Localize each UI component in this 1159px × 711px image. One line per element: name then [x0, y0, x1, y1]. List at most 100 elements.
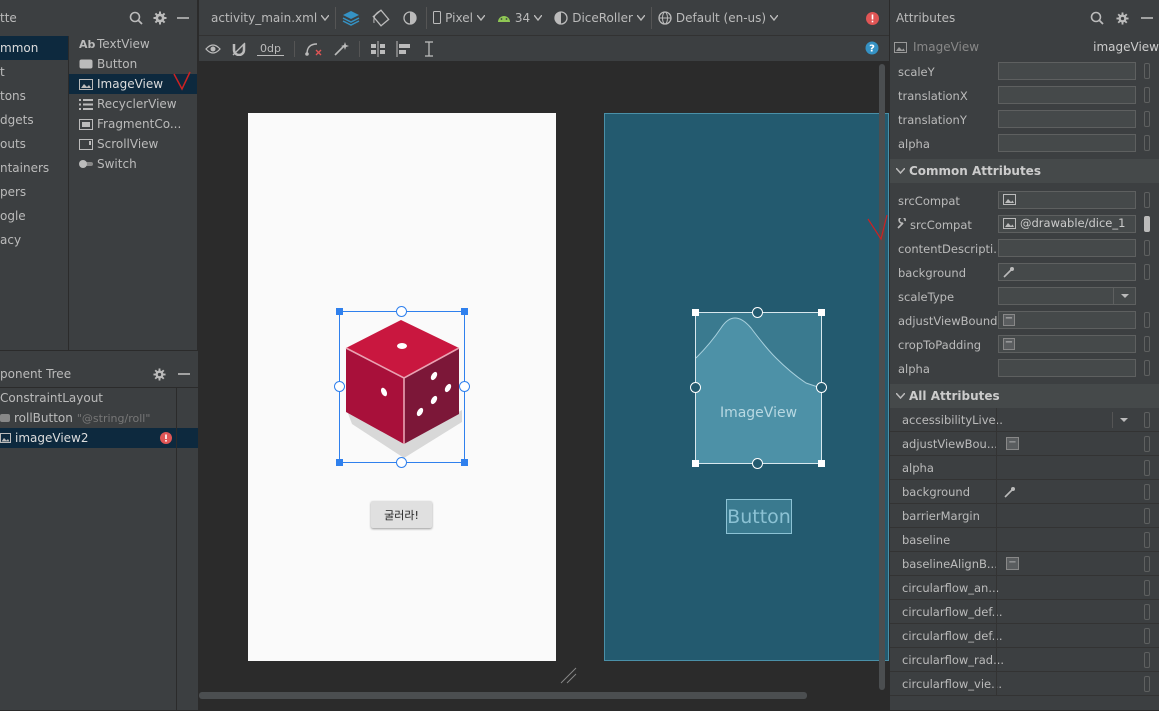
attr-reference-button[interactable] — [1144, 336, 1150, 352]
resize-handle[interactable] — [461, 308, 468, 315]
attr-reference-button[interactable] — [1144, 312, 1150, 328]
eye-icon[interactable] — [205, 43, 221, 55]
attr-reference-button[interactable] — [1144, 532, 1150, 548]
attr-reference-button[interactable] — [1144, 135, 1150, 151]
chevron-down-icon[interactable] — [1112, 412, 1136, 428]
blueprint-button[interactable]: Button — [726, 499, 792, 534]
boolean-toggle[interactable]: − — [1006, 437, 1019, 450]
design-preview[interactable]: 굴러라! — [248, 113, 556, 661]
palette-category[interactable]: mmon — [0, 36, 68, 60]
palette-category[interactable]: tons — [0, 84, 68, 108]
constraint-anchor-left[interactable] — [690, 382, 701, 393]
help-icon[interactable]: ? — [865, 41, 879, 55]
attr-reference-button[interactable] — [1144, 460, 1150, 476]
infer-constraints-icon[interactable] — [333, 41, 349, 56]
gear-icon[interactable] — [153, 11, 167, 25]
palette-category[interactable]: t — [0, 60, 68, 84]
vertical-scrollbar[interactable] — [879, 64, 885, 690]
scaletype-dropdown[interactable] — [998, 287, 1136, 305]
error-icon[interactable] — [160, 432, 172, 444]
attr-reference-button[interactable] — [1144, 216, 1150, 232]
attr-reference-button[interactable] — [1144, 360, 1150, 376]
attr-value-field[interactable]: @drawable/dice_1 — [998, 215, 1136, 233]
constraint-anchor-right[interactable] — [816, 382, 827, 393]
search-icon[interactable] — [129, 11, 143, 25]
gear-icon[interactable] — [153, 367, 166, 381]
blueprint-imageview[interactable]: ImageView — [690, 307, 827, 469]
attr-value-field[interactable]: − — [998, 311, 1136, 329]
constraint-anchor-left[interactable] — [334, 381, 345, 392]
attr-reference-button[interactable] — [1144, 63, 1150, 79]
palette-category[interactable]: pers — [0, 180, 68, 204]
minimize-icon[interactable] — [1141, 12, 1153, 24]
constraint-anchor-top[interactable] — [752, 307, 763, 318]
eyedropper-icon[interactable] — [1004, 486, 1016, 498]
theme-selector[interactable]: DiceRoller — [548, 0, 651, 36]
attr-reference-button[interactable] — [1144, 652, 1150, 668]
attr-value-field[interactable] — [998, 62, 1136, 80]
layers-button[interactable] — [336, 0, 366, 36]
palette-category[interactable]: dgets — [0, 108, 68, 132]
locale-selector[interactable]: Default (en-us) — [652, 0, 784, 36]
attr-value-field[interactable]: − — [998, 335, 1136, 353]
guidelines-icon[interactable] — [422, 40, 436, 57]
widget-id-field[interactable]: imageView — [1093, 40, 1159, 54]
attr-value-field[interactable] — [998, 134, 1136, 152]
palette-item-fragmentcontainer[interactable]: FragmentCo... — [69, 114, 197, 134]
tree-item-imageview2[interactable]: imageView2 — [0, 428, 198, 448]
horizontal-scrollbar[interactable] — [199, 692, 807, 699]
attr-reference-button[interactable] — [1144, 240, 1150, 256]
attr-value-field[interactable] — [998, 263, 1136, 281]
design-canvas[interactable]: 굴러라! ImageView Button — [199, 62, 889, 710]
attr-reference-button[interactable] — [1144, 192, 1150, 208]
palette-category[interactable]: acy — [0, 228, 68, 252]
imageview-selection[interactable] — [334, 306, 470, 468]
api-selector[interactable]: 34 — [491, 0, 548, 36]
resize-handle[interactable] — [818, 309, 825, 316]
attr-reference-button[interactable] — [1144, 604, 1150, 620]
constraint-anchor-top[interactable] — [396, 306, 407, 317]
attr-reference-button[interactable] — [1144, 484, 1150, 500]
palette-category[interactable]: ntainers — [0, 156, 68, 180]
orientation-button[interactable] — [366, 0, 396, 36]
constraint-anchor-bottom[interactable] — [752, 458, 763, 469]
palette-item-switch[interactable]: Switch — [69, 154, 197, 174]
boolean-toggle[interactable]: − — [1003, 337, 1015, 350]
attr-reference-button[interactable] — [1144, 556, 1150, 572]
minimize-icon[interactable] — [178, 368, 190, 380]
palette-category[interactable]: ogle — [0, 204, 68, 228]
blueprint-preview[interactable]: ImageView Button — [604, 113, 889, 661]
all-attributes-section[interactable]: All Attributes — [890, 384, 1159, 408]
device-selector[interactable]: Pixel — [427, 0, 491, 36]
resize-handle[interactable] — [336, 459, 343, 466]
resize-handle[interactable] — [461, 459, 468, 466]
palette-item-textview[interactable]: Ab TextView — [69, 34, 197, 54]
clear-constraints-icon[interactable] — [305, 42, 323, 56]
attr-reference-button[interactable] — [1144, 580, 1150, 596]
tree-item-root[interactable]: ConstraintLayout — [0, 388, 198, 408]
attr-reference-button[interactable] — [1144, 436, 1150, 452]
attr-reference-button[interactable] — [1144, 87, 1150, 103]
resize-handle[interactable] — [692, 309, 699, 316]
resize-handle[interactable] — [336, 308, 343, 315]
attr-reference-button[interactable] — [1144, 508, 1150, 524]
file-selector[interactable]: activity_main.xml — [199, 0, 335, 36]
boolean-toggle[interactable]: − — [1006, 557, 1019, 570]
attr-reference-button[interactable] — [1144, 264, 1150, 280]
gear-icon[interactable] — [1116, 11, 1129, 25]
attr-value-field[interactable] — [998, 239, 1136, 257]
boolean-toggle[interactable]: − — [1003, 313, 1015, 326]
magnet-icon[interactable] — [231, 42, 247, 56]
attr-reference-button[interactable] — [1144, 676, 1150, 692]
eyedropper-icon[interactable] — [1003, 266, 1015, 278]
roll-button[interactable]: 굴러라! — [371, 501, 432, 528]
palette-item-scrollview[interactable]: ScrollView — [69, 134, 197, 154]
align-icon[interactable] — [396, 40, 412, 57]
error-icon[interactable] — [866, 12, 879, 25]
pack-icon[interactable] — [370, 40, 386, 57]
common-attributes-section[interactable]: Common Attributes — [890, 159, 1159, 183]
attr-value-field[interactable] — [998, 359, 1136, 377]
search-icon[interactable] — [1090, 11, 1104, 25]
night-mode-button[interactable] — [396, 0, 426, 36]
minimize-icon[interactable] — [177, 12, 189, 24]
